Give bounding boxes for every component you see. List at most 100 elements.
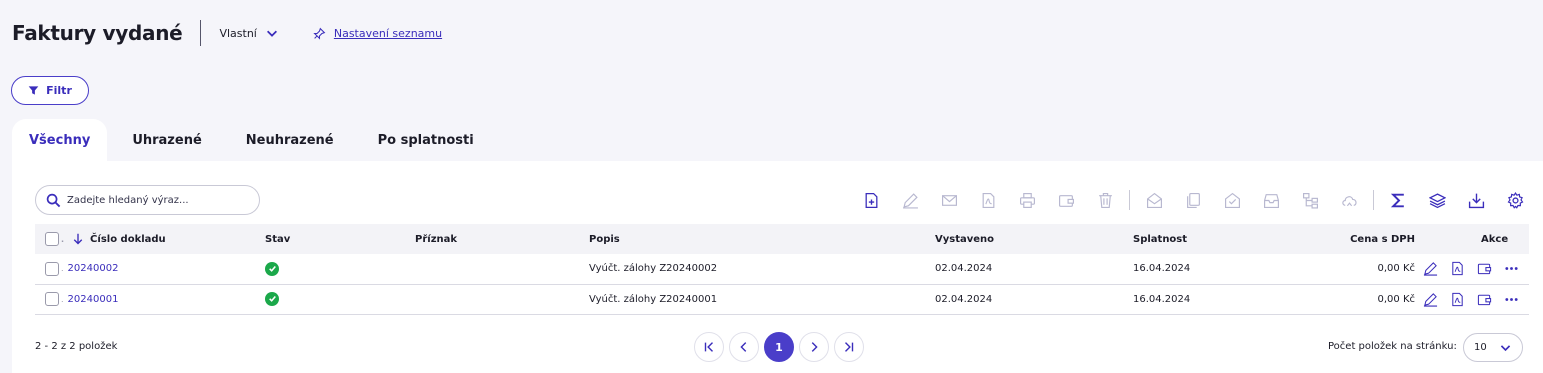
col-description-header[interactable]: Popis — [589, 224, 935, 254]
chevron-left-icon — [740, 342, 747, 352]
col-number-header[interactable]: Číslo dokladu — [90, 234, 166, 245]
email-button[interactable] — [938, 189, 960, 211]
description-cell: Vyúčt. zálohy Z20240001 — [589, 284, 935, 315]
issued-cell: 02.04.2024 — [935, 254, 1133, 285]
filter-button[interactable]: Filtr — [11, 76, 89, 105]
layers-button[interactable] — [1426, 189, 1448, 211]
chevron-right-icon — [811, 342, 818, 352]
due-cell: 16.04.2024 — [1133, 254, 1343, 285]
wallet-button[interactable] — [1055, 189, 1077, 211]
settings-icon — [1507, 191, 1523, 209]
new-document-icon — [865, 192, 877, 208]
view-select[interactable]: Vlastní — [219, 26, 278, 40]
edit-icon — [902, 192, 918, 209]
invoice-number-link[interactable]: 20240001 — [68, 294, 119, 305]
toolbar-divider — [1129, 190, 1130, 210]
table-row[interactable]: . 20240001 Vyúčt. zálohy Z20240001 02.04.… — [35, 284, 1529, 315]
row-menu-dots[interactable]: . — [61, 264, 64, 273]
pdf-icon[interactable] — [1450, 261, 1465, 276]
download-icon — [1468, 193, 1484, 208]
row-menu-dots[interactable]: . — [61, 295, 64, 304]
layers-icon — [1428, 192, 1446, 208]
search-box — [35, 185, 260, 215]
pin-icon — [313, 27, 326, 40]
new-document-button[interactable] — [860, 189, 882, 211]
per-page-select[interactable]: 10 — [1463, 333, 1523, 362]
archive-button[interactable] — [1260, 189, 1282, 211]
table-header-row: . Číslo dokladu Stav Příznak Popis Vysta… — [35, 224, 1529, 254]
sort-down-icon[interactable] — [72, 233, 84, 245]
sum-icon — [1390, 193, 1404, 207]
last-page-icon — [845, 342, 854, 352]
first-page-icon — [704, 342, 713, 352]
col-due-header[interactable]: Splatnost — [1133, 224, 1343, 254]
row-checkbox[interactable] — [45, 261, 59, 276]
col-price-header[interactable]: Cena s DPH — [1343, 224, 1423, 254]
open-envelope-icon — [1146, 192, 1162, 208]
price-cell: 0,00 Kč — [1343, 254, 1423, 285]
wallet-icon[interactable] — [1477, 292, 1492, 307]
per-page-label: Počet položek na stránku: — [1328, 341, 1457, 352]
table-row[interactable]: . 20240002 Vyúčt. zálohy Z20240002 02.04.… — [35, 254, 1529, 285]
filter-icon — [28, 86, 39, 95]
wallet-icon — [1058, 194, 1074, 207]
col-status-header[interactable]: Stav — [265, 224, 415, 254]
page-title: Faktury vydané — [12, 21, 183, 45]
envelope-check-button[interactable] — [1221, 189, 1243, 211]
search-input[interactable] — [67, 194, 247, 206]
wallet-icon[interactable] — [1477, 261, 1492, 276]
settings-button[interactable] — [1504, 189, 1526, 211]
sum-button[interactable] — [1387, 189, 1409, 211]
list-settings-link[interactable]: Nastavení seznamu — [313, 27, 442, 40]
toolbar — [860, 189, 1543, 211]
pagination: 1 — [694, 332, 864, 362]
page-header: Faktury vydané Vlastní Nastavení seznamu — [12, 18, 442, 48]
print-button[interactable] — [1016, 189, 1038, 211]
first-page-button[interactable] — [694, 332, 724, 362]
open-envelope-button[interactable] — [1143, 189, 1165, 211]
more-icon[interactable] — [1504, 292, 1519, 307]
pagination-info: 2 - 2 z 2 položek — [35, 341, 118, 352]
delete-icon — [1098, 192, 1112, 208]
issued-cell: 02.04.2024 — [935, 284, 1133, 315]
archive-icon — [1263, 193, 1279, 208]
tab-paid[interactable]: Uhrazené — [107, 119, 223, 161]
prev-page-button[interactable] — [729, 332, 759, 362]
copy-button[interactable] — [1182, 189, 1204, 211]
edit-icon[interactable] — [1423, 292, 1438, 307]
download-button[interactable] — [1465, 189, 1487, 211]
col-issued-header[interactable]: Vystaveno — [935, 224, 1133, 254]
list-settings-label: Nastavení seznamu — [333, 26, 443, 40]
pdf-icon[interactable] — [1450, 292, 1465, 307]
description-cell: Vyúčt. zálohy Z20240002 — [589, 254, 935, 285]
last-page-button[interactable] — [834, 332, 864, 362]
cloud-sync-icon — [1341, 195, 1357, 206]
per-page-value: 10 — [1474, 342, 1487, 353]
select-menu-dots[interactable]: . — [61, 235, 64, 244]
select-all-checkbox[interactable] — [45, 232, 59, 246]
toolbar-divider-2 — [1373, 190, 1374, 210]
filter-button-label: Filtr — [46, 84, 72, 97]
hierarchy-button[interactable] — [1299, 189, 1321, 211]
tab-overdue[interactable]: Po splatnosti — [356, 119, 496, 161]
edit-icon[interactable] — [1423, 261, 1438, 276]
col-flag-header[interactable]: Příznak — [415, 224, 589, 254]
current-page-button[interactable]: 1 — [764, 332, 794, 362]
cloud-sync-button[interactable] — [1338, 189, 1360, 211]
more-icon[interactable] — [1504, 261, 1519, 276]
tab-unpaid[interactable]: Neuhrazené — [224, 119, 356, 161]
col-actions-header: Akce — [1423, 224, 1529, 254]
flag-cell — [415, 284, 589, 315]
pdf-button[interactable] — [977, 189, 999, 211]
invoice-number-link[interactable]: 20240002 — [68, 263, 119, 274]
invoices-table: . Číslo dokladu Stav Příznak Popis Vysta… — [35, 224, 1529, 315]
row-checkbox[interactable] — [45, 292, 59, 306]
delete-button[interactable] — [1094, 189, 1116, 211]
tab-all[interactable]: Všechny — [12, 119, 108, 161]
next-page-button[interactable] — [799, 332, 829, 362]
search-icon — [46, 193, 61, 207]
list-panel: . Číslo dokladu Stav Příznak Popis Vysta… — [12, 161, 1543, 373]
hierarchy-icon — [1302, 192, 1318, 209]
price-cell: 0,00 Kč — [1343, 284, 1423, 315]
edit-button[interactable] — [899, 189, 921, 211]
